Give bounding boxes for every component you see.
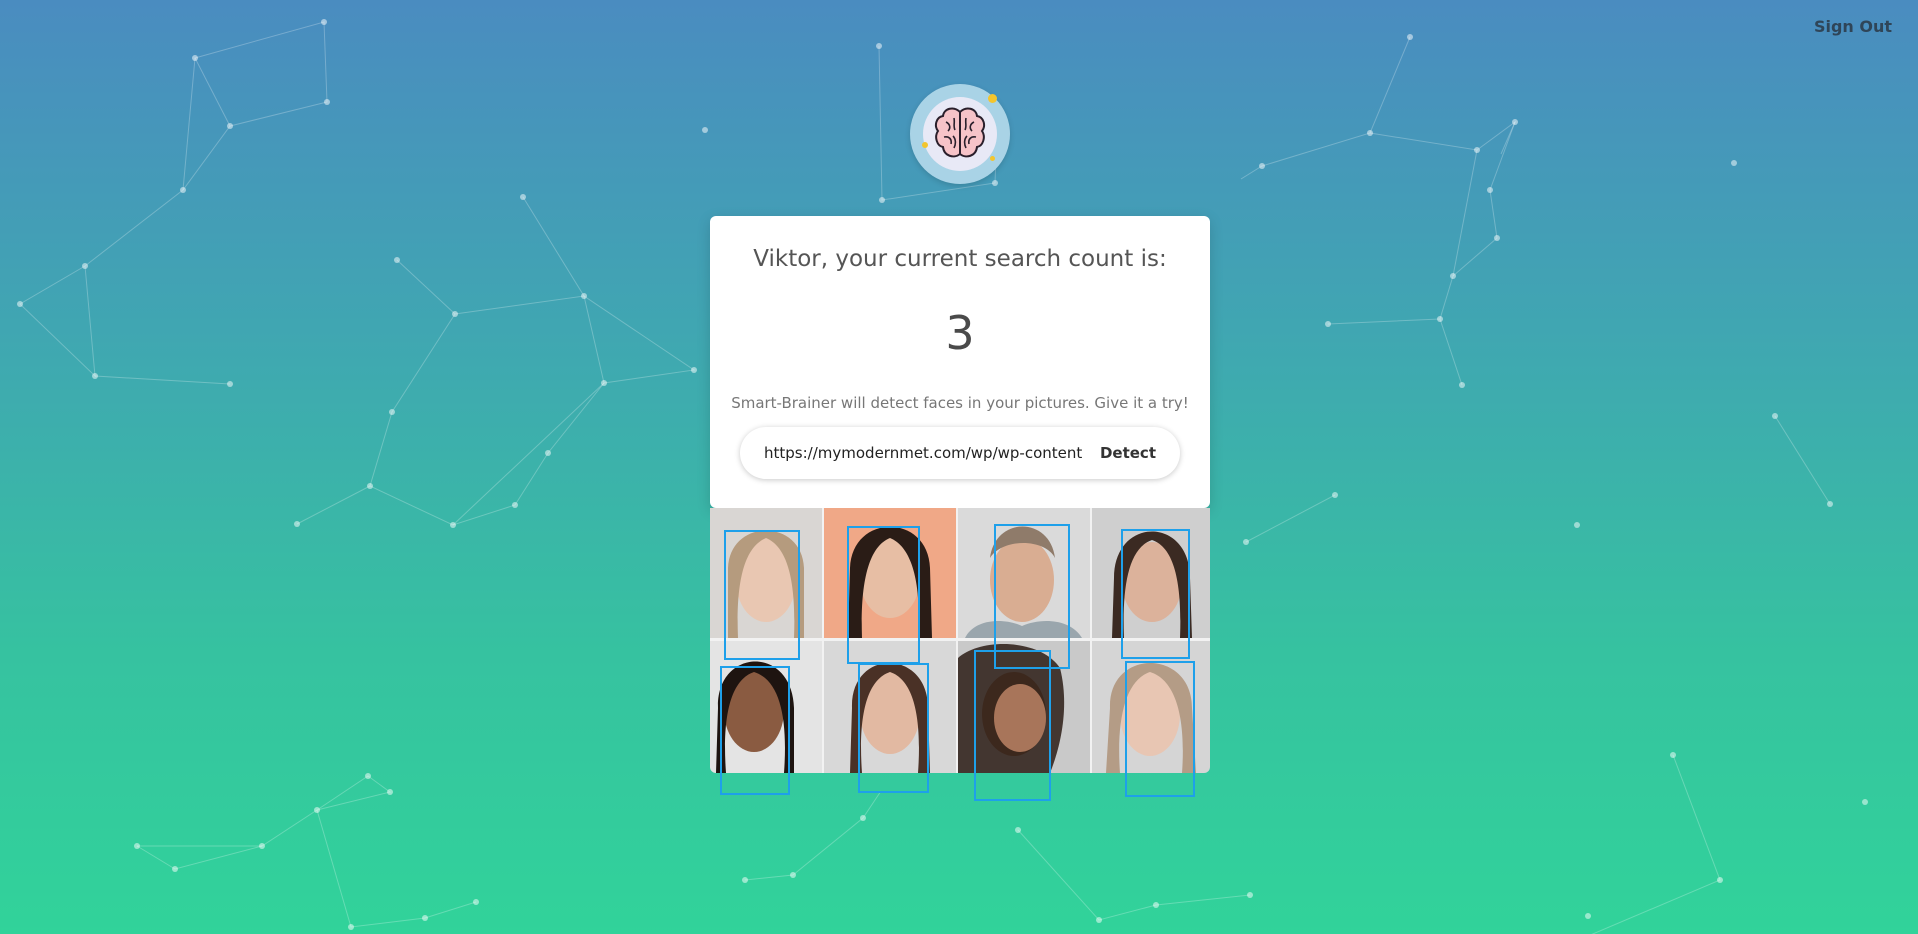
- search-count-card: Viktor, your current search count is: 3 …: [710, 216, 1210, 508]
- sign-out-link[interactable]: Sign Out: [1814, 17, 1892, 36]
- image-url-input[interactable]: [764, 440, 1086, 466]
- brain-icon: [934, 107, 986, 158]
- logo-sparkle-dot: [988, 94, 997, 103]
- url-search-bar: Detect: [740, 427, 1180, 479]
- result-image: [710, 508, 1210, 773]
- faces-photo-collage: [710, 508, 1210, 773]
- detect-button[interactable]: Detect: [1100, 440, 1156, 466]
- greeting-text: Viktor, your current search count is:: [753, 246, 1167, 272]
- search-count-value: 3: [945, 306, 975, 360]
- logo-sparkle-dot: [922, 142, 928, 148]
- logo-sparkle-dot: [990, 156, 995, 161]
- tagline-text: Smart-Brainer will detect faces in your …: [731, 394, 1189, 412]
- app-logo[interactable]: [910, 84, 1010, 184]
